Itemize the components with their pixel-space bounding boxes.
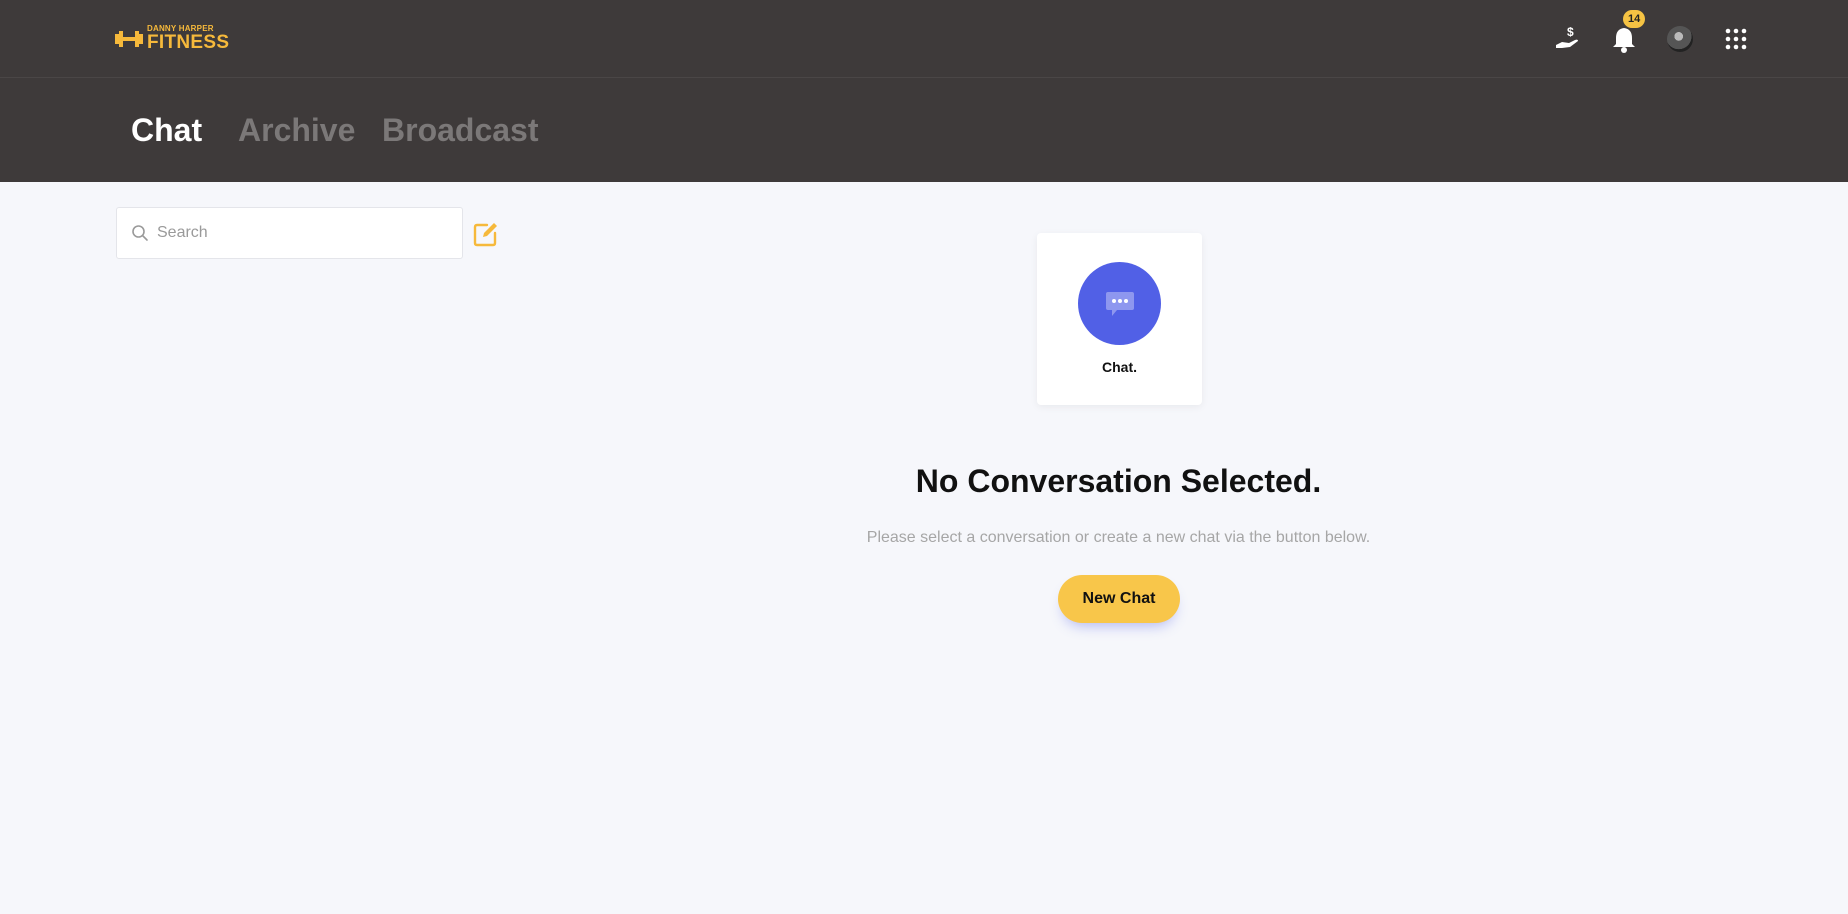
chat-bubble-icon: [1105, 291, 1134, 316]
notifications-button[interactable]: 14: [1609, 10, 1646, 54]
dumbbell-logo-icon: [115, 31, 143, 47]
bell-icon: [1613, 28, 1635, 53]
new-chat-button[interactable]: New Chat: [1058, 575, 1180, 623]
edit-compose-icon: [473, 223, 497, 247]
tab-broadcast[interactable]: Broadcast: [382, 112, 539, 149]
search-icon: [132, 225, 148, 241]
search-box: [116, 207, 463, 259]
svg-text:$: $: [1567, 25, 1574, 39]
profile-button[interactable]: [1665, 24, 1695, 54]
brand-logo[interactable]: DANNY HARPER FITNESS: [115, 24, 229, 52]
tab-chat[interactable]: Chat: [131, 112, 202, 149]
empty-state-title: No Conversation Selected.: [915, 463, 1322, 499]
avatar: [1667, 26, 1693, 52]
apps-grid-icon: [1725, 28, 1747, 50]
tab-bar: Chat Archive Broadcast: [0, 78, 1848, 182]
apps-menu-button[interactable]: [1721, 24, 1751, 54]
brand-line2: FITNESS: [147, 31, 230, 53]
search-input[interactable]: [157, 224, 437, 242]
notification-badge: 14: [1623, 10, 1646, 28]
top-navbar: DANNY HARPER FITNESS $ 14: [0, 0, 1848, 78]
chat-icon-circle: [1078, 262, 1161, 345]
compose-button[interactable]: [473, 221, 499, 247]
empty-state-subtitle: Please select a conversation or create a…: [866, 529, 1371, 546]
tab-archive[interactable]: Archive: [238, 112, 355, 149]
chat-illustration-card: Chat.: [1037, 233, 1202, 405]
chat-card-label: Chat.: [1102, 359, 1137, 375]
payment-hand-icon: $: [1556, 25, 1578, 48]
payment-button[interactable]: $: [1553, 24, 1583, 54]
